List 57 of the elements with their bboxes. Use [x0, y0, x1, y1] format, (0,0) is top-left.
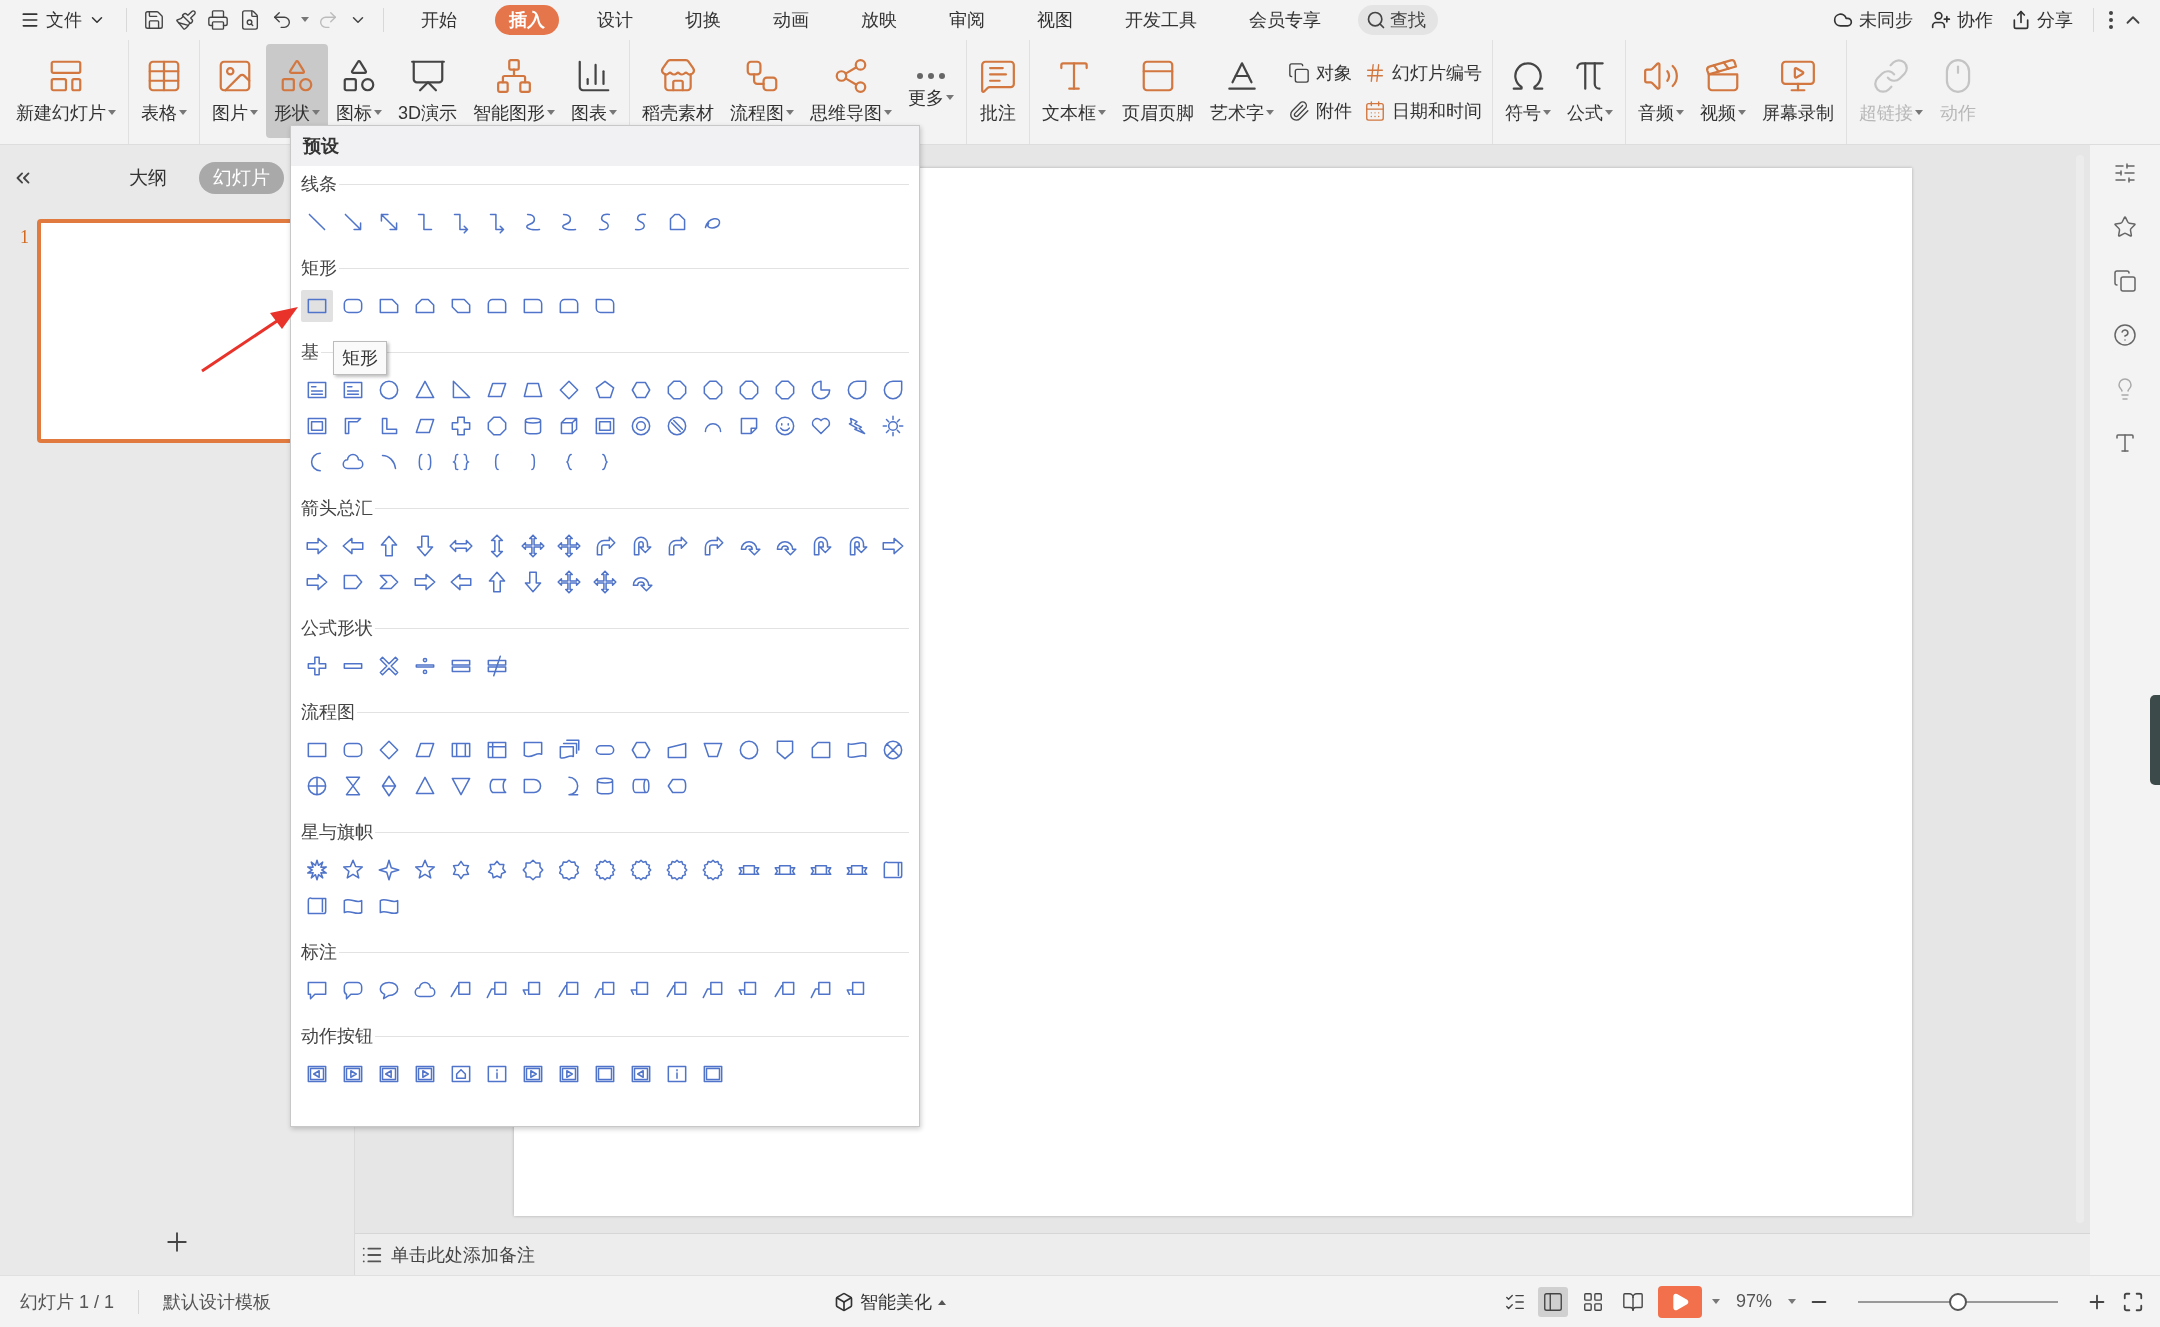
menu-tab[interactable]: 切换 — [671, 5, 735, 35]
slide-count: 幻灯片 1 / 1 — [19, 1290, 116, 1314]
section-title: 动作按钮 — [301, 1025, 374, 1048]
menu-tab[interactable]: 设计 — [583, 5, 647, 35]
ribbon-button[interactable]: 幻灯片编号 — [1364, 61, 1482, 85]
ribbon-button[interactable]: 更多 — [900, 44, 962, 138]
search-button[interactable]: 查找 — [1358, 5, 1438, 35]
section-title: 流程图 — [301, 701, 356, 724]
ribbon-button[interactable]: 批注 — [971, 44, 1025, 138]
notes-placeholder[interactable]: 单击此处添加备注 — [391, 1242, 535, 1267]
section-title: 箭头总汇 — [301, 497, 374, 520]
ribbon-button[interactable]: 思维导图 — [802, 44, 900, 138]
section-title: 基 — [301, 341, 320, 364]
menu-tab[interactable]: 开始 — [407, 5, 471, 35]
ribbon-button[interactable]: 艺术字 — [1202, 44, 1282, 138]
ribbon-button[interactable]: 音频 — [1630, 44, 1692, 138]
ribbon-button[interactable]: 新建幻灯片 — [8, 44, 124, 138]
ribbon-button[interactable]: 日期和时间 — [1364, 99, 1482, 123]
toolbar-action[interactable]: 未同步 — [1827, 6, 1919, 34]
ribbon-button[interactable]: 稻壳素材 — [634, 44, 722, 138]
ribbon-button[interactable]: 表格 — [133, 44, 195, 138]
menu-tab[interactable]: 视图 — [1023, 5, 1087, 35]
ribbon-button[interactable]: 符号 — [1497, 44, 1559, 138]
tooltip: 矩形 — [333, 341, 387, 375]
section-title: 星与旗帜 — [301, 821, 374, 844]
ribbon-button[interactable]: 形状 — [266, 44, 328, 138]
ribbon-button[interactable]: 智能图形 — [465, 44, 563, 138]
ribbon-button[interactable]: 页眉页脚 — [1114, 44, 1202, 138]
slide-number: 1 — [20, 226, 29, 248]
ribbon-button[interactable]: 公式 — [1559, 44, 1621, 138]
menu-tab[interactable]: 放映 — [847, 5, 911, 35]
section-title: 矩形 — [301, 257, 338, 280]
beautify-button[interactable]: 智能美化 — [827, 1287, 952, 1316]
menu-tab[interactable]: 会员专享 — [1235, 5, 1335, 35]
panel-header: 预设 — [303, 135, 339, 158]
ribbon-button[interactable]: 屏幕录制 — [1754, 44, 1842, 138]
ribbon-button[interactable]: 图标 — [328, 44, 390, 138]
menu-tab[interactable]: 开发工具 — [1111, 5, 1211, 35]
ribbon-button[interactable]: 流程图 — [722, 44, 802, 138]
section-title: 标注 — [301, 941, 338, 964]
ribbon-button[interactable]: 3D演示 — [390, 44, 465, 138]
zoom-level[interactable]: 97% — [1729, 1291, 1778, 1312]
file-menu[interactable]: 文件 — [14, 6, 112, 34]
ribbon-button[interactable]: 对象 — [1288, 61, 1352, 85]
menu-tab[interactable]: 审阅 — [935, 5, 999, 35]
toolbar-action[interactable]: 协作 — [1925, 6, 1999, 34]
menu-tab[interactable]: 动画 — [759, 5, 823, 35]
ribbon-button[interactable]: 视频 — [1692, 44, 1754, 138]
template-name[interactable]: 默认设计模板 — [157, 1289, 278, 1314]
section-title: 公式形状 — [301, 617, 374, 640]
ribbon-button[interactable]: 图表 — [563, 44, 625, 138]
ribbon-button[interactable]: 附件 — [1288, 99, 1352, 123]
section-title: 线条 — [301, 173, 338, 196]
toolbar-action[interactable]: 分享 — [2005, 6, 2079, 34]
pane-tab[interactable]: 大纲 — [114, 162, 181, 194]
ribbon-button[interactable]: 文本框 — [1034, 44, 1114, 138]
ribbon-button[interactable]: 图片 — [204, 44, 266, 138]
